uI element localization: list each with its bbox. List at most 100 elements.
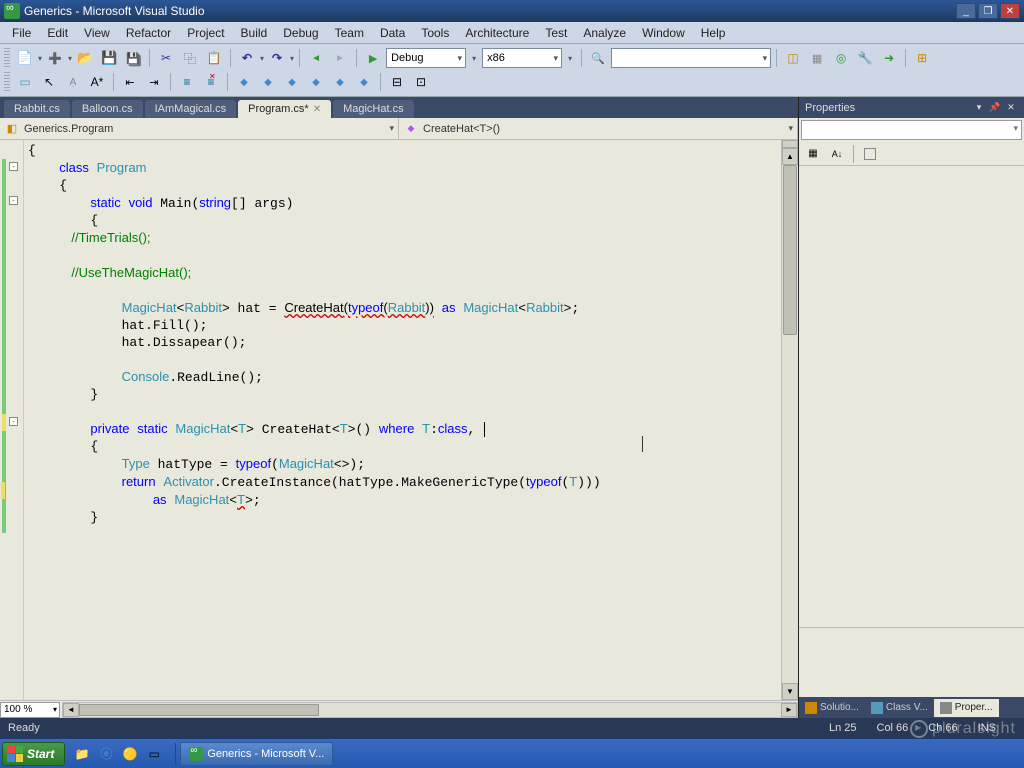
save-all-button[interactable] bbox=[122, 47, 144, 69]
window-full-button[interactable]: ⊡ bbox=[410, 71, 432, 93]
config-combo[interactable]: Debug bbox=[386, 48, 466, 68]
code-text-area[interactable]: { class Program { static void Main(strin… bbox=[24, 140, 781, 700]
tab-properties[interactable]: Proper... bbox=[934, 699, 999, 717]
scroll-right-button[interactable]: ► bbox=[781, 703, 797, 717]
bookmark-prev-button[interactable] bbox=[257, 71, 279, 93]
menu-team[interactable]: Team bbox=[327, 24, 372, 42]
menu-test[interactable]: Test bbox=[537, 24, 575, 42]
type-nav-combo[interactable]: Generics.Program bbox=[0, 118, 399, 139]
menu-analyze[interactable]: Analyze bbox=[575, 24, 634, 42]
scroll-thumb[interactable] bbox=[783, 165, 797, 335]
uncomment-button[interactable]: ✕ bbox=[200, 71, 222, 93]
panel-close-icon[interactable]: ✕ bbox=[1004, 101, 1018, 115]
scroll-left-button[interactable]: ◄ bbox=[63, 703, 79, 717]
menu-refactor[interactable]: Refactor bbox=[118, 24, 179, 42]
tab-class-view[interactable]: Class V... bbox=[865, 699, 934, 717]
scroll-up-button[interactable]: ▲ bbox=[782, 148, 798, 165]
tab-solution-explorer[interactable]: Solutio... bbox=[799, 699, 865, 717]
find-in-files-button[interactable] bbox=[587, 47, 609, 69]
tab-balloon[interactable]: Balloon.cs bbox=[72, 100, 143, 118]
comment-button[interactable] bbox=[176, 71, 198, 93]
start-debug-button[interactable] bbox=[362, 47, 384, 69]
ql-explorer-icon[interactable]: 📁 bbox=[71, 743, 93, 765]
menu-build[interactable]: Build bbox=[233, 24, 276, 42]
label-abc-button[interactable] bbox=[62, 71, 84, 93]
panel-dropdown-icon[interactable]: ▾ bbox=[972, 101, 986, 115]
display-object-button[interactable]: ▭ bbox=[14, 71, 36, 93]
tab-program[interactable]: Program.cs*✕ bbox=[238, 100, 331, 118]
new-project-button[interactable] bbox=[14, 47, 36, 69]
tab-rabbit[interactable]: Rabbit.cs bbox=[4, 100, 70, 118]
nav-back-button[interactable] bbox=[305, 47, 327, 69]
menu-data[interactable]: Data bbox=[372, 24, 413, 42]
save-button[interactable] bbox=[98, 47, 120, 69]
menu-view[interactable]: View bbox=[76, 24, 118, 42]
taskbar-app-button[interactable]: ∞ Generics - Microsoft V... bbox=[180, 742, 333, 766]
start-page-button[interactable]: ➜ bbox=[878, 47, 900, 69]
properties-window-button[interactable] bbox=[806, 47, 828, 69]
toolbar-grip[interactable] bbox=[4, 48, 10, 68]
solution-explorer-button[interactable]: ◫ bbox=[782, 47, 804, 69]
toolbox-button[interactable]: 🔧 bbox=[854, 47, 876, 69]
find-combo[interactable] bbox=[611, 48, 771, 68]
extension-manager-button[interactable]: ⊞ bbox=[911, 47, 933, 69]
bookmark-next-folder-button[interactable] bbox=[329, 71, 351, 93]
paste-button[interactable] bbox=[203, 47, 225, 69]
object-browser-button[interactable]: ◎ bbox=[830, 47, 852, 69]
panel-pin-icon[interactable]: 📌 bbox=[988, 101, 1002, 115]
menu-architecture[interactable]: Architecture bbox=[457, 24, 537, 42]
start-button[interactable]: Start bbox=[2, 742, 65, 766]
menu-window[interactable]: Window bbox=[634, 24, 693, 42]
outline-toggle[interactable]: - bbox=[9, 162, 18, 171]
ql-show-desktop-icon[interactable]: ▭ bbox=[143, 743, 165, 765]
tab-magichat[interactable]: MagicHat.cs bbox=[333, 100, 414, 118]
tab-iammagical[interactable]: IAmMagical.cs bbox=[145, 100, 237, 118]
undo-button[interactable] bbox=[236, 47, 258, 69]
toolbar-grip-2[interactable] bbox=[4, 72, 10, 92]
properties-grid[interactable] bbox=[799, 166, 1024, 627]
panel-titlebar[interactable]: Properties ▾ 📌 ✕ bbox=[799, 97, 1024, 118]
member-nav-combo[interactable]: CreateHat<T>() bbox=[399, 118, 798, 139]
copy-button[interactable] bbox=[179, 47, 201, 69]
menu-tools[interactable]: Tools bbox=[413, 24, 457, 42]
label-asterisk-button[interactable]: A* bbox=[86, 71, 108, 93]
menu-debug[interactable]: Debug bbox=[275, 24, 326, 42]
nav-forward-button[interactable] bbox=[329, 47, 351, 69]
hscroll-thumb[interactable] bbox=[79, 704, 319, 716]
menu-edit[interactable]: Edit bbox=[39, 24, 76, 42]
ql-chrome-icon[interactable]: 🟡 bbox=[119, 743, 141, 765]
properties-object-combo[interactable] bbox=[801, 120, 1022, 140]
restore-button[interactable]: ❐ bbox=[978, 3, 998, 19]
menu-project[interactable]: Project bbox=[179, 24, 232, 42]
menu-help[interactable]: Help bbox=[693, 24, 734, 42]
bookmark-toggle-button[interactable] bbox=[233, 71, 255, 93]
outline-toggle[interactable]: - bbox=[9, 196, 18, 205]
outlining-margin[interactable]: - - - bbox=[6, 140, 24, 700]
minimize-button[interactable]: _ bbox=[956, 3, 976, 19]
bookmark-prev-folder-button[interactable] bbox=[305, 71, 327, 93]
bookmark-clear-button[interactable] bbox=[353, 71, 375, 93]
ql-ie-icon[interactable]: ⓔ bbox=[95, 743, 117, 765]
cut-button[interactable] bbox=[155, 47, 177, 69]
close-button[interactable]: ✕ bbox=[1000, 3, 1020, 19]
add-item-button[interactable] bbox=[44, 47, 66, 69]
scroll-down-button[interactable]: ▼ bbox=[782, 683, 798, 700]
decrease-indent-button[interactable] bbox=[119, 71, 141, 93]
vertical-scrollbar[interactable]: ▲ ▼ bbox=[781, 140, 798, 700]
open-button[interactable] bbox=[74, 47, 96, 69]
code-editor[interactable]: - - - { class Program { static void Main(s… bbox=[0, 140, 798, 700]
menu-file[interactable]: File bbox=[4, 24, 39, 42]
property-pages-button[interactable] bbox=[859, 143, 881, 165]
tab-close-icon[interactable]: ✕ bbox=[313, 104, 321, 115]
increase-indent-button[interactable] bbox=[143, 71, 165, 93]
select-button[interactable]: ↖ bbox=[38, 71, 60, 93]
categorized-button[interactable]: ▦ bbox=[802, 143, 824, 165]
window-split-button[interactable]: ⊟ bbox=[386, 71, 408, 93]
redo-button[interactable] bbox=[266, 47, 288, 69]
bookmark-next-button[interactable] bbox=[281, 71, 303, 93]
platform-combo[interactable]: x86 bbox=[482, 48, 562, 68]
split-handle[interactable] bbox=[782, 140, 798, 148]
alphabetical-button[interactable]: A↓ bbox=[826, 143, 848, 165]
outline-toggle[interactable]: - bbox=[9, 417, 18, 426]
zoom-combo[interactable]: 100 % bbox=[0, 702, 60, 718]
